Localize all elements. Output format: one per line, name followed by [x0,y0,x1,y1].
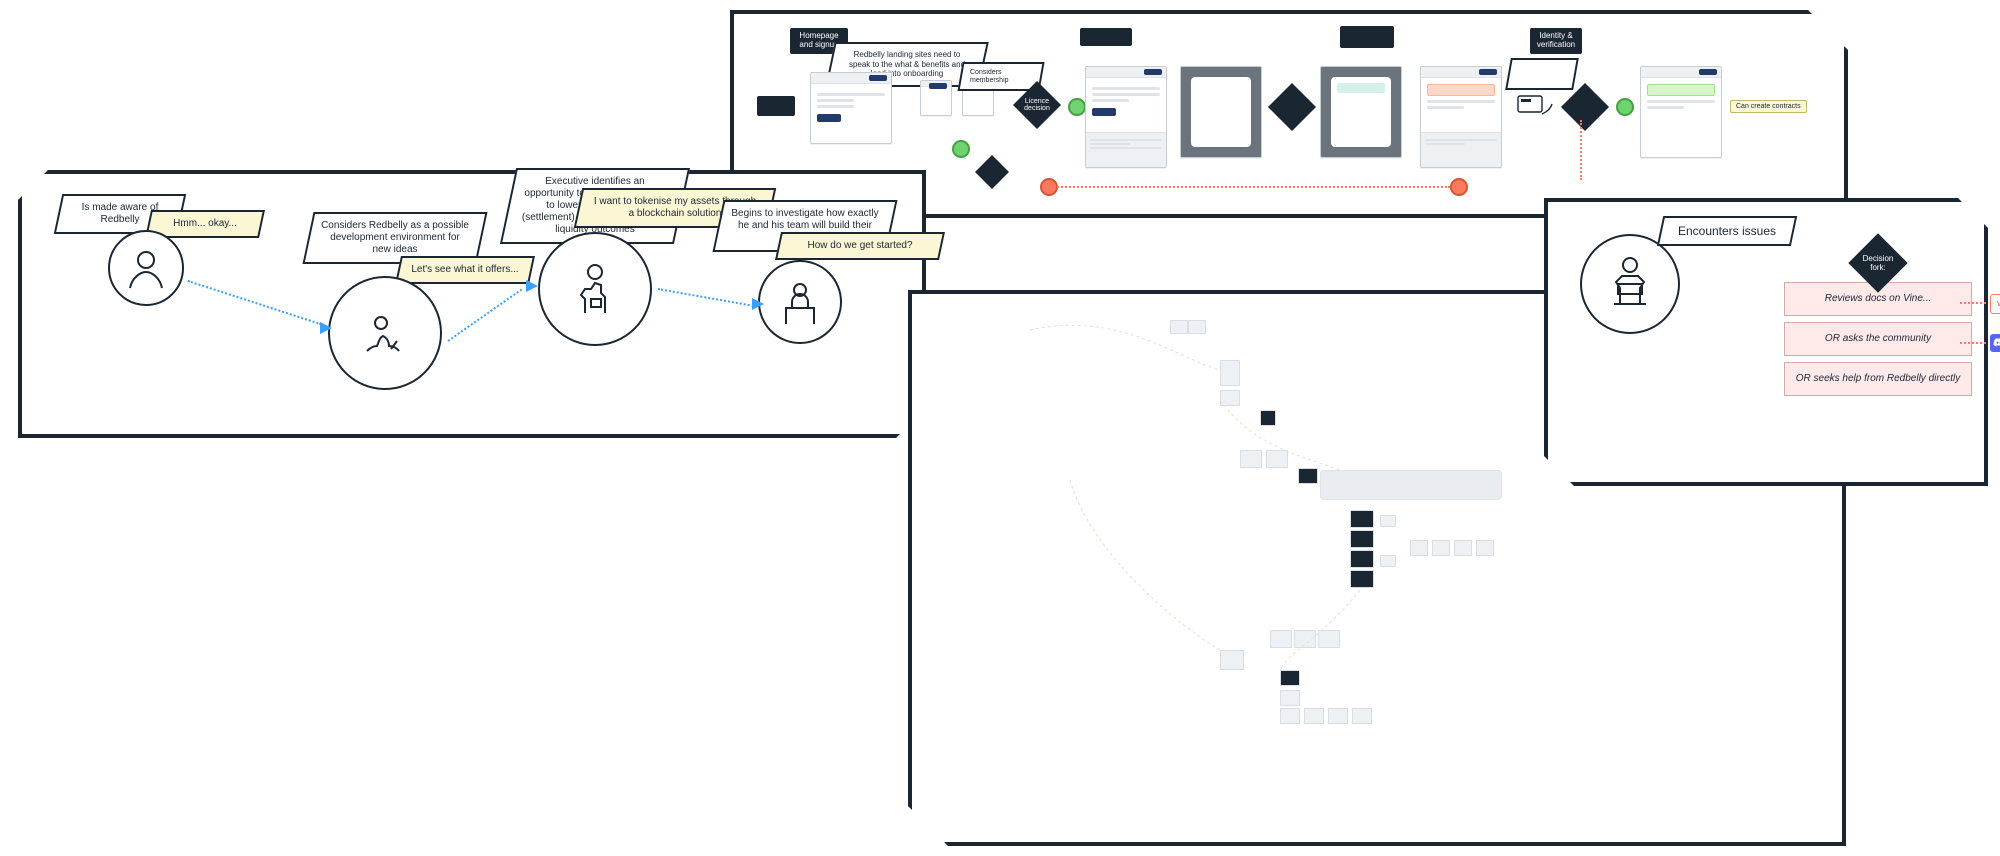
step2-thought: Let's see what it offers... [395,256,535,284]
step1-actor [108,230,184,306]
issue-actor [1580,234,1680,334]
discord-icon [1993,337,2000,349]
issue-panel-content: Encounters issues Decision fork: Reviews… [1544,198,1980,478]
flow-tag-3 [1340,26,1394,48]
flow-tag-2 [1080,28,1132,46]
diagram-canvas[interactable]: Homepage and signup Identity & verificat… [0,0,2000,856]
mock-signup [1085,66,1167,168]
decision-3 [1561,83,1609,131]
small-tag-a [757,96,795,116]
step4-thought: How do we get started? [775,232,945,260]
chip-create: Can create contracts [1730,100,1807,113]
ext-vine[interactable]: VINE [1990,294,2000,314]
decision-fork: Decision fork: Reviews docs on Vine... O… [1784,242,1972,396]
arrow-2 [447,289,522,342]
mock-ok [1640,66,1722,158]
flow-tag-4: Identity & verification [1530,28,1582,54]
node-green-2 [1616,98,1634,116]
step3-actor [538,232,652,346]
node-green-1 [1068,98,1086,116]
mock-doc-a [920,80,952,116]
decision-lower [975,155,1009,189]
step4-actor [758,260,842,344]
node-green-3 [952,140,970,158]
issue-title: Encounters issues [1657,216,1797,246]
ext-discord[interactable] [1990,334,2000,352]
arrow-1 [188,280,322,325]
illust-hand-card [1512,80,1556,120]
decision-2 [1268,83,1316,131]
node-red-2 [1450,178,1468,196]
left-journey: Is made aware of Redbelly Hmm... okay...… [18,170,918,430]
mock-landing [810,72,892,144]
arrow-3 [658,288,757,307]
mock-verify [1420,66,1502,168]
fork-option-3[interactable]: OR seeks help from Redbelly directly [1784,362,1972,396]
mock-modal-1 [1180,66,1262,158]
mock-modal-2 [1320,66,1402,158]
fork-option-2[interactable]: OR asks the community [1784,322,1972,356]
step2-actor [328,276,442,390]
